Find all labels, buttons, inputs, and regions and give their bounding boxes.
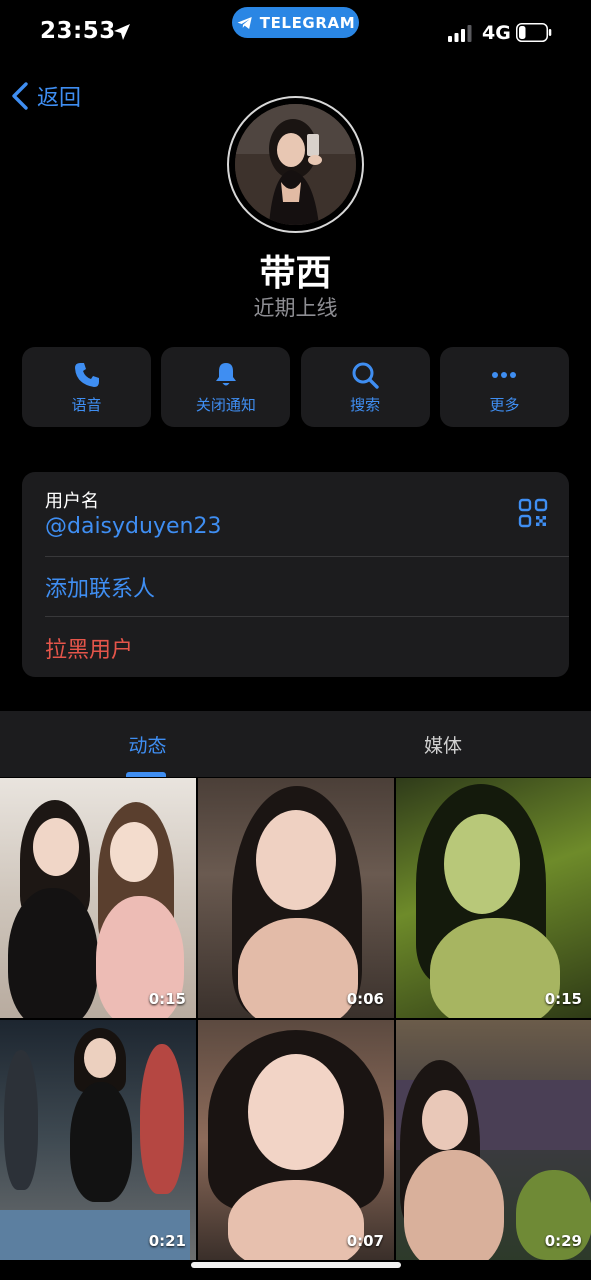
- voice-call-button[interactable]: 语音: [22, 347, 151, 427]
- battery-icon: [516, 23, 552, 42]
- avatar[interactable]: [235, 104, 356, 225]
- profile-status: 近期上线: [253, 296, 338, 320]
- mute-notifications-button[interactable]: 关闭通知: [161, 347, 291, 427]
- username-label: 用户名: [45, 491, 99, 512]
- tab-media[interactable]: 媒体: [295, 711, 591, 777]
- telegram-icon: [237, 16, 252, 29]
- search-icon: [352, 362, 379, 389]
- video-duration: 0:15: [544, 990, 582, 1008]
- search-label: 搜索: [350, 395, 381, 414]
- mute-notifications-label: 关闭通知: [195, 395, 256, 414]
- network-type: 4G: [482, 22, 511, 44]
- media-tile[interactable]: 0:15: [0, 778, 196, 1018]
- status-bar: 23:53 TELEGRAM 4G: [0, 0, 591, 70]
- video-duration: 0:15: [148, 990, 186, 1008]
- more-icon: [492, 371, 517, 378]
- telegram-label: TELEGRAM: [259, 13, 356, 32]
- avatar-photo: [235, 104, 356, 225]
- divider: [45, 556, 569, 557]
- back-label: 返回: [37, 86, 82, 111]
- profile-tabs: 动态 媒体: [0, 711, 591, 777]
- more-button[interactable]: 更多: [439, 347, 569, 427]
- username-value[interactable]: @daisyduyen23: [45, 514, 221, 539]
- tab-stories[interactable]: 动态: [0, 711, 295, 777]
- clock: 23:53: [40, 18, 116, 44]
- video-duration: 0:07: [346, 1232, 384, 1250]
- location-arrow-icon: [114, 24, 130, 40]
- username-row[interactable]: 用户名 @daisyduyen23: [22, 472, 569, 556]
- qr-code-icon[interactable]: [518, 498, 548, 528]
- divider: [45, 616, 569, 617]
- add-contact-link[interactable]: 添加联系人: [45, 571, 155, 603]
- search-button[interactable]: 搜索: [300, 347, 430, 427]
- action-bar: 语音 关闭通知 搜索 更多: [22, 347, 569, 427]
- active-tab-indicator: [126, 772, 166, 777]
- telegram-pill[interactable]: TELEGRAM: [232, 7, 359, 38]
- bell-icon: [215, 362, 236, 385]
- info-card: 用户名 @daisyduyen23 添加联系人 拉黑用户: [22, 472, 569, 677]
- video-duration: 0:21: [148, 1232, 186, 1250]
- media-tile[interactable]: 0:07: [198, 1020, 394, 1260]
- voice-call-label: 语音: [71, 395, 102, 414]
- media-tile[interactable]: 0:21: [0, 1020, 196, 1260]
- chevron-left-icon: [12, 82, 28, 110]
- back-button[interactable]: 返回: [10, 80, 81, 112]
- home-indicator[interactable]: [191, 1262, 401, 1268]
- signal-icon: [448, 25, 472, 42]
- more-label: 更多: [489, 395, 520, 414]
- profile-name: 带西: [259, 253, 332, 294]
- media-tile[interactable]: 0:06: [198, 778, 394, 1018]
- phone-icon: [74, 362, 99, 387]
- video-duration: 0:06: [346, 990, 384, 1008]
- block-user-link[interactable]: 拉黑用户: [45, 632, 133, 664]
- media-tile[interactable]: 0:15: [396, 778, 591, 1018]
- video-duration: 0:29: [544, 1232, 582, 1250]
- media-tile[interactable]: 0:29: [396, 1020, 591, 1260]
- media-grid: 0:15 0:06 0:15 0:21 0:07 0:29: [0, 778, 591, 1280]
